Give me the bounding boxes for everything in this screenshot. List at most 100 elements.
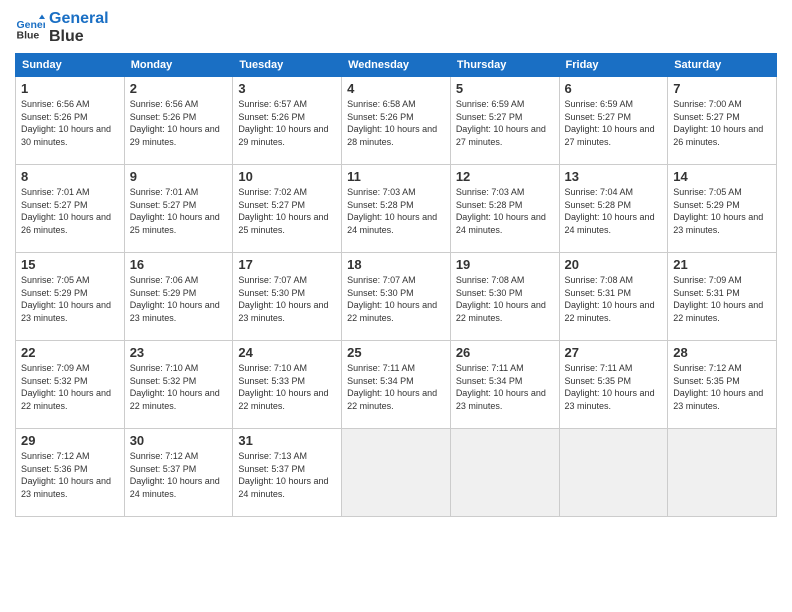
day-cell-9: 9 Sunrise: 7:01 AM Sunset: 5:27 PM Dayli… bbox=[124, 165, 233, 253]
day-number: 19 bbox=[456, 257, 554, 272]
sunset-label: Sunset: 5:32 PM bbox=[21, 376, 88, 386]
daylight-label: Daylight: 10 hours and 22 minutes. bbox=[238, 388, 328, 411]
logo-general: General bbox=[49, 10, 109, 28]
daylight-label: Daylight: 10 hours and 24 minutes. bbox=[238, 476, 328, 499]
logo: General Blue General Blue bbox=[15, 10, 109, 45]
daylight-label: Daylight: 10 hours and 23 minutes. bbox=[130, 300, 220, 323]
sunrise-label: Sunrise: 7:03 AM bbox=[456, 187, 525, 197]
daylight-label: Daylight: 10 hours and 22 minutes. bbox=[673, 300, 763, 323]
day-number: 5 bbox=[456, 81, 554, 96]
daylight-label: Daylight: 10 hours and 23 minutes. bbox=[673, 388, 763, 411]
daylight-label: Daylight: 10 hours and 23 minutes. bbox=[21, 476, 111, 499]
day-info: Sunrise: 7:12 AM Sunset: 5:37 PM Dayligh… bbox=[130, 450, 228, 500]
day-number: 22 bbox=[21, 345, 119, 360]
sunrise-label: Sunrise: 7:01 AM bbox=[21, 187, 90, 197]
sunrise-label: Sunrise: 7:08 AM bbox=[456, 275, 525, 285]
day-cell-24: 24 Sunrise: 7:10 AM Sunset: 5:33 PM Dayl… bbox=[233, 341, 342, 429]
daylight-label: Daylight: 10 hours and 26 minutes. bbox=[21, 212, 111, 235]
sunset-label: Sunset: 5:32 PM bbox=[130, 376, 197, 386]
sunset-label: Sunset: 5:27 PM bbox=[130, 200, 197, 210]
day-info: Sunrise: 7:07 AM Sunset: 5:30 PM Dayligh… bbox=[347, 274, 445, 324]
sunrise-label: Sunrise: 6:56 AM bbox=[21, 99, 90, 109]
daylight-label: Daylight: 10 hours and 25 minutes. bbox=[238, 212, 328, 235]
daylight-label: Daylight: 10 hours and 23 minutes. bbox=[565, 388, 655, 411]
sunrise-label: Sunrise: 7:03 AM bbox=[347, 187, 416, 197]
day-info: Sunrise: 6:56 AM Sunset: 5:26 PM Dayligh… bbox=[21, 98, 119, 148]
empty-cell bbox=[450, 429, 559, 517]
day-number: 10 bbox=[238, 169, 336, 184]
day-number: 30 bbox=[130, 433, 228, 448]
daylight-label: Daylight: 10 hours and 26 minutes. bbox=[673, 124, 763, 147]
sunset-label: Sunset: 5:30 PM bbox=[238, 288, 305, 298]
sunset-label: Sunset: 5:34 PM bbox=[347, 376, 414, 386]
day-info: Sunrise: 6:59 AM Sunset: 5:27 PM Dayligh… bbox=[456, 98, 554, 148]
sunset-label: Sunset: 5:26 PM bbox=[130, 112, 197, 122]
day-number: 14 bbox=[673, 169, 771, 184]
sunrise-label: Sunrise: 6:59 AM bbox=[565, 99, 634, 109]
weekday-header-monday: Monday bbox=[124, 54, 233, 77]
day-number: 4 bbox=[347, 81, 445, 96]
day-number: 27 bbox=[565, 345, 663, 360]
sunset-label: Sunset: 5:30 PM bbox=[456, 288, 523, 298]
weekday-header-friday: Friday bbox=[559, 54, 668, 77]
weekday-header-sunday: Sunday bbox=[16, 54, 125, 77]
sunrise-label: Sunrise: 7:10 AM bbox=[238, 363, 307, 373]
week-row-1: 1 Sunrise: 6:56 AM Sunset: 5:26 PM Dayli… bbox=[16, 77, 777, 165]
day-info: Sunrise: 7:11 AM Sunset: 5:34 PM Dayligh… bbox=[347, 362, 445, 412]
day-number: 1 bbox=[21, 81, 119, 96]
day-cell-18: 18 Sunrise: 7:07 AM Sunset: 5:30 PM Dayl… bbox=[342, 253, 451, 341]
sunrise-label: Sunrise: 7:02 AM bbox=[238, 187, 307, 197]
day-cell-16: 16 Sunrise: 7:06 AM Sunset: 5:29 PM Dayl… bbox=[124, 253, 233, 341]
day-number: 12 bbox=[456, 169, 554, 184]
day-cell-6: 6 Sunrise: 6:59 AM Sunset: 5:27 PM Dayli… bbox=[559, 77, 668, 165]
sunset-label: Sunset: 5:31 PM bbox=[565, 288, 632, 298]
sunset-label: Sunset: 5:26 PM bbox=[347, 112, 414, 122]
empty-cell bbox=[668, 429, 777, 517]
day-number: 23 bbox=[130, 345, 228, 360]
day-cell-8: 8 Sunrise: 7:01 AM Sunset: 5:27 PM Dayli… bbox=[16, 165, 125, 253]
sunrise-label: Sunrise: 7:07 AM bbox=[238, 275, 307, 285]
day-number: 25 bbox=[347, 345, 445, 360]
sunset-label: Sunset: 5:27 PM bbox=[456, 112, 523, 122]
sunset-label: Sunset: 5:29 PM bbox=[130, 288, 197, 298]
sunset-label: Sunset: 5:36 PM bbox=[21, 464, 88, 474]
week-row-2: 8 Sunrise: 7:01 AM Sunset: 5:27 PM Dayli… bbox=[16, 165, 777, 253]
day-cell-13: 13 Sunrise: 7:04 AM Sunset: 5:28 PM Dayl… bbox=[559, 165, 668, 253]
sunrise-label: Sunrise: 7:12 AM bbox=[21, 451, 90, 461]
sunrise-label: Sunrise: 7:12 AM bbox=[130, 451, 199, 461]
day-info: Sunrise: 6:58 AM Sunset: 5:26 PM Dayligh… bbox=[347, 98, 445, 148]
day-cell-5: 5 Sunrise: 6:59 AM Sunset: 5:27 PM Dayli… bbox=[450, 77, 559, 165]
day-number: 6 bbox=[565, 81, 663, 96]
week-row-4: 22 Sunrise: 7:09 AM Sunset: 5:32 PM Dayl… bbox=[16, 341, 777, 429]
sunrise-label: Sunrise: 7:08 AM bbox=[565, 275, 634, 285]
sunset-label: Sunset: 5:35 PM bbox=[673, 376, 740, 386]
day-cell-2: 2 Sunrise: 6:56 AM Sunset: 5:26 PM Dayli… bbox=[124, 77, 233, 165]
day-cell-29: 29 Sunrise: 7:12 AM Sunset: 5:36 PM Dayl… bbox=[16, 429, 125, 517]
day-number: 24 bbox=[238, 345, 336, 360]
sunrise-label: Sunrise: 7:13 AM bbox=[238, 451, 307, 461]
week-row-5: 29 Sunrise: 7:12 AM Sunset: 5:36 PM Dayl… bbox=[16, 429, 777, 517]
day-cell-19: 19 Sunrise: 7:08 AM Sunset: 5:30 PM Dayl… bbox=[450, 253, 559, 341]
day-info: Sunrise: 7:07 AM Sunset: 5:30 PM Dayligh… bbox=[238, 274, 336, 324]
sunset-label: Sunset: 5:27 PM bbox=[238, 200, 305, 210]
day-cell-23: 23 Sunrise: 7:10 AM Sunset: 5:32 PM Dayl… bbox=[124, 341, 233, 429]
calendar-table: SundayMondayTuesdayWednesdayThursdayFrid… bbox=[15, 53, 777, 517]
sunset-label: Sunset: 5:35 PM bbox=[565, 376, 632, 386]
sunrise-label: Sunrise: 7:11 AM bbox=[347, 363, 415, 373]
day-info: Sunrise: 7:11 AM Sunset: 5:35 PM Dayligh… bbox=[565, 362, 663, 412]
day-info: Sunrise: 7:00 AM Sunset: 5:27 PM Dayligh… bbox=[673, 98, 771, 148]
sunrise-label: Sunrise: 7:09 AM bbox=[21, 363, 90, 373]
day-info: Sunrise: 6:57 AM Sunset: 5:26 PM Dayligh… bbox=[238, 98, 336, 148]
day-number: 18 bbox=[347, 257, 445, 272]
sunset-label: Sunset: 5:31 PM bbox=[673, 288, 740, 298]
sunset-label: Sunset: 5:37 PM bbox=[238, 464, 305, 474]
weekday-header-thursday: Thursday bbox=[450, 54, 559, 77]
day-info: Sunrise: 7:01 AM Sunset: 5:27 PM Dayligh… bbox=[130, 186, 228, 236]
day-cell-10: 10 Sunrise: 7:02 AM Sunset: 5:27 PM Dayl… bbox=[233, 165, 342, 253]
day-info: Sunrise: 7:13 AM Sunset: 5:37 PM Dayligh… bbox=[238, 450, 336, 500]
sunset-label: Sunset: 5:29 PM bbox=[21, 288, 88, 298]
day-info: Sunrise: 7:06 AM Sunset: 5:29 PM Dayligh… bbox=[130, 274, 228, 324]
daylight-label: Daylight: 10 hours and 24 minutes. bbox=[456, 212, 546, 235]
sunrise-label: Sunrise: 7:01 AM bbox=[130, 187, 199, 197]
sunset-label: Sunset: 5:27 PM bbox=[673, 112, 740, 122]
